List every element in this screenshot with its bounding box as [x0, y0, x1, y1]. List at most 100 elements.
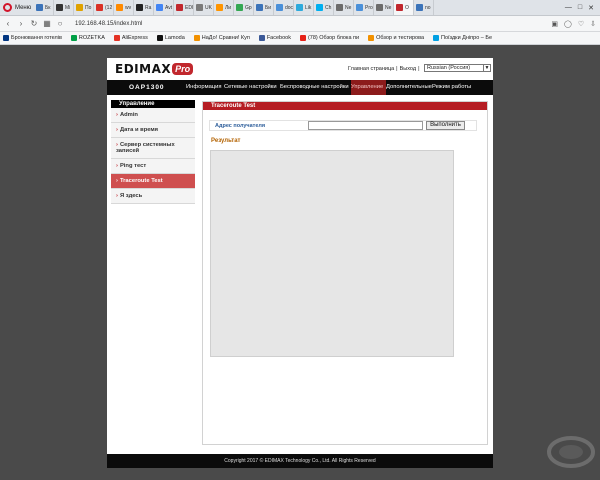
- sidebar-item[interactable]: › Я здесь: [111, 189, 195, 204]
- tab-favicon-icon: [136, 4, 143, 11]
- browser-tab[interactable]: О: [394, 0, 414, 15]
- browser-tab[interactable]: Pro: [354, 0, 374, 15]
- run-button[interactable]: Выполнить: [426, 121, 465, 130]
- window-controls: — □ ✕: [565, 0, 600, 15]
- menu-item[interactable]: Режим работы: [432, 80, 475, 95]
- page-footer: Copyright 2017 © EDIMAX Technology Co., …: [107, 454, 493, 468]
- bookmark-heart-icon[interactable]: ♡: [578, 20, 584, 28]
- language-select[interactable]: Russian (Россия) ▼: [424, 64, 491, 72]
- bookmark-item[interactable]: Обзор и тестирова: [368, 35, 424, 41]
- tab-label: Gp: [245, 4, 252, 11]
- tab-favicon-icon: [236, 4, 243, 11]
- browser-tab[interactable]: Ne: [374, 0, 394, 15]
- sidebar-item[interactable]: › Traceroute Test: [111, 174, 195, 189]
- tab-label: UK: [205, 4, 212, 11]
- browser-tab[interactable]: Mi: [54, 0, 74, 15]
- menu-item[interactable]: Беспроводные настройки: [280, 80, 351, 95]
- browser-tab[interactable]: Ra: [134, 0, 154, 15]
- bookmark-item[interactable]: НаДо! Сравни! Куп: [193, 35, 250, 41]
- destination-row: Адрес получателя Выполнить: [209, 120, 477, 131]
- bookmarks-bar: Бронювання готелів ROZETKA AliExpress Lamod…: [0, 32, 600, 45]
- browser-menu-button[interactable]: Меню: [0, 0, 34, 15]
- sidebar-item[interactable]: › Сервер системных записей: [111, 138, 195, 159]
- browser-tab[interactable]: UK: [194, 0, 214, 15]
- link-separator-2: |: [418, 66, 420, 72]
- top-links: Главная страница | Выход |: [348, 66, 420, 72]
- browser-menu-label: Меню: [15, 4, 32, 11]
- browser-tab[interactable]: Lik: [294, 0, 314, 15]
- speed-dial-icon[interactable]: ▦: [43, 19, 51, 28]
- back-icon[interactable]: ‹: [4, 19, 12, 28]
- tab-label: Би: [265, 4, 272, 11]
- bookmark-item[interactable]: Бронювання готелів: [3, 35, 62, 41]
- tab-label: EDI: [185, 4, 194, 11]
- reload-icon[interactable]: ↻: [30, 19, 38, 28]
- bookmark-favicon-icon: [113, 35, 120, 41]
- close-icon[interactable]: ✕: [588, 4, 594, 12]
- sidebar-item-label: Дата и время: [119, 127, 159, 133]
- address-bar-actions: ▣ ◯ ♡ ⇩: [551, 20, 596, 28]
- bookmark-item[interactable]: AliExpress: [113, 35, 148, 41]
- browser-tab[interactable]: Би: [254, 0, 274, 15]
- bookmark-item[interactable]: Поїздки Дніпро – Бе: [433, 35, 492, 41]
- vpn-icon[interactable]: ◯: [564, 20, 572, 28]
- sidebar-title: Управление: [111, 100, 195, 108]
- logo-pro-badge: Pro: [172, 63, 194, 75]
- bookmark-favicon-icon: [156, 35, 163, 41]
- browser-tab[interactable]: Ch: [314, 0, 334, 15]
- language-value: Russian (Россия): [427, 65, 471, 71]
- bookmark-item[interactable]: Facebook: [258, 35, 291, 41]
- browser-tab[interactable]: Ne: [334, 0, 354, 15]
- sidebar-item[interactable]: › Дата и время: [111, 123, 195, 138]
- sidebar-item-label: Сервер системных записей: [116, 142, 175, 154]
- home-link[interactable]: Главная страница: [348, 66, 394, 72]
- main-menu-items: Информация Сетевые настройки Беспроводные …: [186, 80, 475, 95]
- tab-favicon-icon: [196, 4, 203, 11]
- logout-link[interactable]: Выход: [400, 66, 416, 72]
- main-menu: OAP1300 Информация Сетевые настройки Беспр…: [107, 80, 493, 95]
- tab-favicon-icon: [296, 4, 303, 11]
- zoom-icon[interactable]: ▣: [551, 20, 558, 28]
- bookmark-favicon-icon: [193, 35, 200, 41]
- forward-icon[interactable]: ›: [17, 19, 25, 28]
- browser-tab[interactable]: Бк: [34, 0, 54, 15]
- url-field[interactable]: 192.168.48.15/index.html: [75, 21, 142, 27]
- watermark-logo-icon: [547, 436, 595, 468]
- bookmark-item[interactable]: (78) Обзор блока пи: [299, 35, 359, 41]
- menu-item[interactable]: Информация: [186, 80, 224, 95]
- tab-favicon-icon: [356, 4, 363, 11]
- browser-tab[interactable]: Avt: [154, 0, 174, 15]
- chevron-right-icon: ›: [116, 163, 118, 169]
- maximize-icon[interactable]: □: [578, 4, 582, 11]
- sidebar-item[interactable]: › Admin: [111, 108, 195, 123]
- traceroute-panel: Traceroute Test Адрес получателя Выполни…: [202, 101, 488, 445]
- bookmark-favicon-icon: [70, 35, 77, 41]
- browser-tab[interactable]: По: [74, 0, 94, 15]
- menu-item[interactable]: Дополнительные: [386, 80, 432, 95]
- bookmark-favicon-icon: [368, 35, 375, 41]
- tab-label: Pro: [365, 4, 373, 11]
- minimize-icon[interactable]: —: [565, 4, 572, 11]
- menu-item[interactable]: Управление: [351, 80, 386, 95]
- menu-item[interactable]: Сетевые настройки: [224, 80, 280, 95]
- chevron-right-icon: ›: [116, 112, 118, 118]
- destination-input[interactable]: [308, 121, 423, 130]
- sidebar-item[interactable]: › Ping тест: [111, 159, 195, 174]
- browser-tab[interactable]: no: [414, 0, 434, 15]
- tab-favicon-icon: [416, 4, 423, 11]
- bookmark-label: Поїздки Дніпро – Бе: [441, 35, 493, 41]
- tab-favicon-icon: [156, 4, 163, 11]
- bookmark-item[interactable]: Lamoda: [156, 35, 185, 41]
- link-separator: |: [396, 66, 398, 72]
- browser-tab[interactable]: Ли: [214, 0, 234, 15]
- browser-tab[interactable]: EDI: [174, 0, 194, 15]
- browser-tab[interactable]: doc: [274, 0, 294, 15]
- browser-tab[interactable]: Gp: [234, 0, 254, 15]
- chevron-right-icon: ›: [116, 193, 118, 199]
- bookmark-item[interactable]: ROZETKA: [70, 35, 105, 41]
- browser-tab[interactable]: wv: [114, 0, 134, 15]
- result-output: [210, 150, 454, 357]
- browser-tab[interactable]: (12: [94, 0, 114, 15]
- download-icon[interactable]: ⇩: [590, 20, 596, 28]
- tab-favicon-icon: [76, 4, 83, 11]
